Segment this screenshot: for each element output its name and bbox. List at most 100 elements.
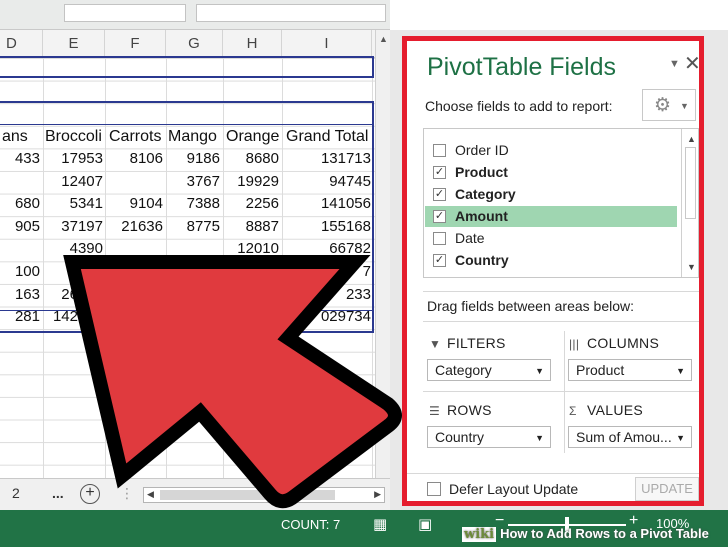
- pivot-data-cell[interactable]: [226, 284, 279, 306]
- pivot-data-cell[interactable]: [168, 306, 220, 328]
- pivot-data-cell[interactable]: 433: [2, 148, 40, 170]
- pivot-data-cell[interactable]: 281: [2, 306, 40, 328]
- pivot-header-cell[interactable]: Orange: [226, 126, 282, 148]
- sheet-tab[interactable]: 2: [12, 485, 20, 501]
- field-item[interactable]: ✓ Amount: [425, 206, 677, 227]
- pivot-data-cell[interactable]: 7: [286, 261, 371, 283]
- pivot-data-cell[interactable]: 26715: [45, 284, 103, 306]
- pivot-data-cell[interactable]: 5341: [45, 193, 103, 215]
- pivot-header-cell[interactable]: Carrots: [109, 126, 167, 148]
- pivot-data-cell[interactable]: 12407: [45, 171, 103, 193]
- pivot-data-cell[interactable]: 8680: [226, 148, 279, 170]
- checkbox-checked-icon[interactable]: ✓: [433, 188, 446, 201]
- field-item[interactable]: ✓ Product: [425, 162, 677, 183]
- scroll-left-icon[interactable]: ◀: [147, 489, 154, 500]
- pivot-data-cell[interactable]: 9104: [109, 193, 163, 215]
- pivot-data-cell[interactable]: [109, 238, 163, 260]
- pivot-data-cell[interactable]: 029734: [286, 306, 371, 328]
- update-button[interactable]: UPDATE: [635, 477, 699, 501]
- columns-dropdown[interactable]: Product ▼: [568, 359, 692, 381]
- normal-view-icon[interactable]: ▦: [373, 515, 387, 533]
- checkbox-checked-icon[interactable]: ✓: [433, 254, 446, 267]
- checkbox-checked-icon[interactable]: ✓: [433, 210, 446, 223]
- checkbox-icon[interactable]: [433, 232, 446, 245]
- pivot-data-cell[interactable]: [168, 284, 220, 306]
- page-layout-icon[interactable]: ▣: [418, 515, 432, 533]
- formula-input[interactable]: [196, 4, 386, 22]
- pivot-data-cell[interactable]: [226, 261, 279, 283]
- defer-layout-checkbox[interactable]: [427, 482, 441, 496]
- pivot-data-cell[interactable]: 155168: [286, 216, 371, 238]
- column-header-d[interactable]: D: [0, 30, 43, 58]
- pivot-data-cell[interactable]: 12010: [226, 238, 279, 260]
- pivot-data-cell[interactable]: [226, 306, 279, 328]
- pivot-data-cell[interactable]: 8106: [109, 148, 163, 170]
- pivot-data-cell[interactable]: 17953: [45, 148, 103, 170]
- pivot-data-cell[interactable]: 4390: [45, 238, 103, 260]
- pane-options-icon[interactable]: ▼: [669, 58, 680, 70]
- pivot-data-cell[interactable]: [109, 284, 163, 306]
- field-item[interactable]: Date: [425, 228, 677, 249]
- pivot-data-cell[interactable]: [168, 261, 220, 283]
- field-item[interactable]: ✓ Category: [425, 184, 677, 205]
- pivot-data-cell[interactable]: 7388: [168, 193, 220, 215]
- pivot-data-cell[interactable]: 905: [2, 216, 40, 238]
- scroll-thumb[interactable]: [160, 490, 335, 500]
- field-item[interactable]: ✓ Country: [425, 250, 677, 271]
- pivot-data-cell[interactable]: [2, 238, 40, 260]
- field-item[interactable]: Order ID: [425, 140, 677, 161]
- pivot-data-cell[interactable]: 141056: [286, 193, 371, 215]
- sheet-vertical-scrollbar[interactable]: ▲: [375, 30, 390, 478]
- pivot-header-cell[interactable]: Mango: [168, 126, 224, 148]
- pivot-header-cell[interactable]: Grand Total: [286, 126, 372, 148]
- pivot-data-cell[interactable]: 94745: [286, 171, 371, 193]
- column-header-g[interactable]: G: [166, 30, 223, 58]
- spreadsheet-area[interactable]: D E F G H I J ans Broccoli Carrots Mango…: [0, 0, 390, 510]
- pivot-data-cell[interactable]: [109, 261, 163, 283]
- pivot-data-cell[interactable]: [2, 171, 40, 193]
- pivot-data-cell[interactable]: 233: [286, 284, 371, 306]
- pivot-data-cell[interactable]: 37197: [45, 216, 103, 238]
- add-sheet-button[interactable]: +: [80, 484, 100, 504]
- scroll-up-icon[interactable]: ▲: [379, 34, 388, 44]
- scroll-down-icon[interactable]: ▼: [687, 262, 696, 272]
- pivot-data-cell[interactable]: 9186: [168, 148, 220, 170]
- values-dropdown[interactable]: Sum of Amou... ▼: [568, 426, 692, 448]
- pivot-data-cell[interactable]: 163: [2, 284, 40, 306]
- pivot-data-cell[interactable]: 8887: [226, 216, 279, 238]
- filters-dropdown[interactable]: Category ▼: [427, 359, 551, 381]
- pivot-data-cell[interactable]: 680: [2, 193, 40, 215]
- horizontal-scrollbar[interactable]: ◀ ▶: [143, 487, 385, 503]
- scroll-right-icon[interactable]: ▶: [374, 489, 381, 500]
- pivot-data-cell[interactable]: 131713: [286, 148, 371, 170]
- column-header-i[interactable]: I: [282, 30, 372, 58]
- column-header-h[interactable]: H: [223, 30, 282, 58]
- close-icon[interactable]: ✕: [684, 51, 701, 76]
- checkbox-checked-icon[interactable]: ✓: [433, 166, 446, 179]
- column-header-e[interactable]: E: [43, 30, 105, 58]
- pivot-data-cell[interactable]: 384: [45, 261, 103, 283]
- pivot-data-cell[interactable]: 19929: [226, 171, 279, 193]
- checkbox-icon[interactable]: [433, 144, 446, 157]
- field-list-scrollbar[interactable]: ▲ ▼: [681, 129, 698, 277]
- pivot-data-cell[interactable]: [109, 171, 163, 193]
- pivot-data-cell[interactable]: 1: [109, 306, 163, 328]
- column-header-f[interactable]: F: [105, 30, 166, 58]
- rows-dropdown[interactable]: Country ▼: [427, 426, 551, 448]
- more-sheets-button[interactable]: ...: [52, 485, 64, 501]
- pivot-data-cell[interactable]: 8775: [168, 216, 220, 238]
- pivot-data-cell[interactable]: [168, 238, 220, 260]
- pivot-data-cell[interactable]: 142439: [45, 306, 103, 328]
- field-list[interactable]: Order ID ✓ Product ✓ Category ✓ Amount Date ✓ Cou…: [423, 128, 699, 278]
- field-settings-button[interactable]: ⚙ ▼: [642, 89, 696, 121]
- pivot-data-cell[interactable]: 3767: [168, 171, 220, 193]
- pivot-data-cell[interactable]: 21636: [109, 216, 163, 238]
- pivot-header-cell[interactable]: Broccoli: [45, 126, 105, 148]
- pivot-data-cell[interactable]: 100: [2, 261, 40, 283]
- scroll-thumb[interactable]: [685, 147, 696, 219]
- pivot-data-cell[interactable]: 66782: [286, 238, 371, 260]
- scroll-up-icon[interactable]: ▲: [687, 134, 696, 144]
- formula-bar-box[interactable]: [64, 4, 186, 22]
- pivot-header-cell[interactable]: ans: [2, 126, 40, 148]
- pivot-data-cell[interactable]: 2256: [226, 193, 279, 215]
